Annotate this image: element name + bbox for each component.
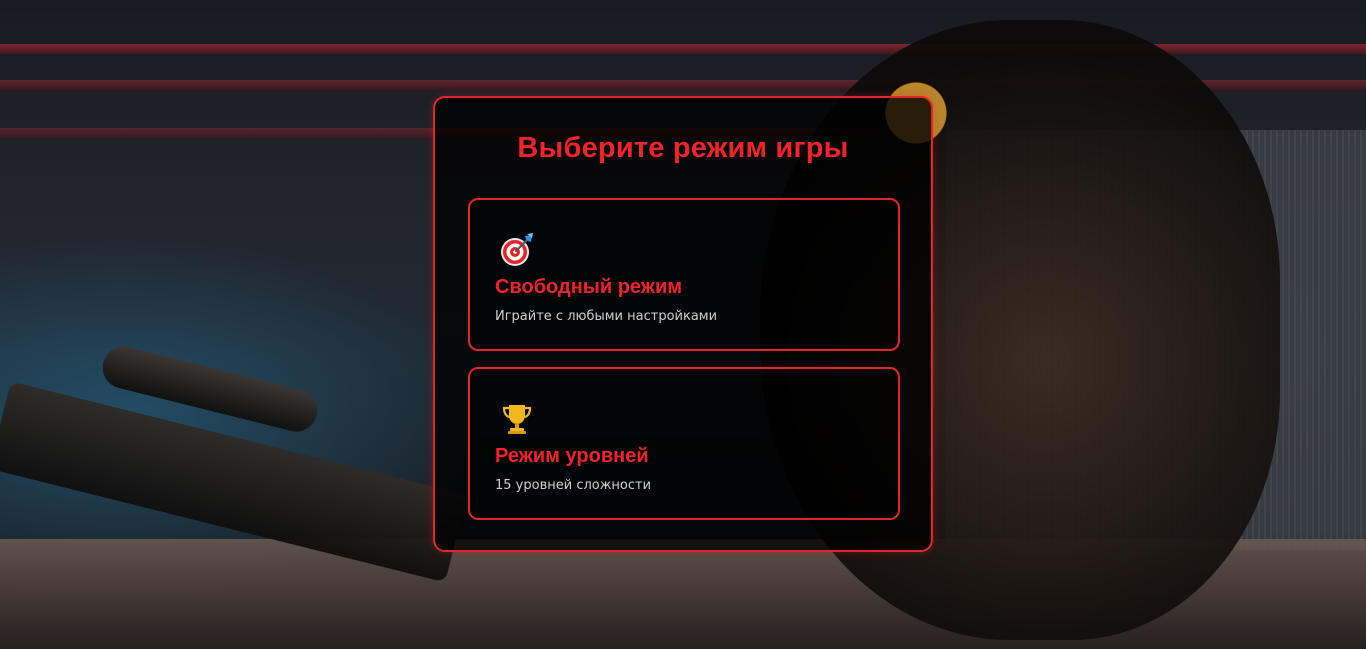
game-mode-dialog: Выберите режим игры Свободный режим Игра… bbox=[433, 96, 933, 552]
free-mode-button[interactable]: Свободный режим Играйте с любыми настрой… bbox=[468, 198, 900, 351]
levels-mode-button[interactable]: Режим уровней 15 уровней сложности bbox=[468, 367, 900, 520]
target-dart-icon bbox=[501, 233, 533, 266]
trophy-icon bbox=[502, 405, 532, 434]
game-background: Выберите режим игры Свободный режим Игра… bbox=[0, 0, 1366, 649]
free-mode-description: Играйте с любыми настройками bbox=[495, 309, 718, 324]
dialog-title: Выберите режим игры bbox=[517, 132, 849, 164]
levels-mode-description: 15 уровней сложности bbox=[495, 478, 652, 493]
levels-mode-title: Режим уровней bbox=[495, 445, 649, 467]
free-mode-title: Свободный режим bbox=[495, 276, 683, 298]
